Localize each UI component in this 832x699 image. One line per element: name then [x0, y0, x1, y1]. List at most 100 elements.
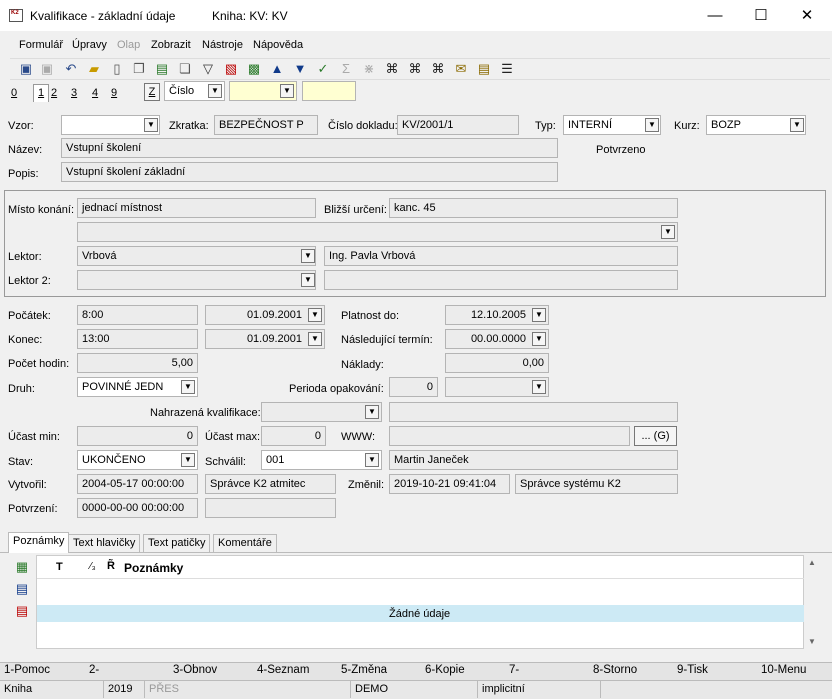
- col-poznamky-header[interactable]: Poznámky: [124, 561, 183, 575]
- chevron-down-icon[interactable]: ▼: [181, 380, 195, 394]
- fkey-1[interactable]: 1-Pomoc: [4, 664, 50, 676]
- zmenil-field[interactable]: 2019-10-21 09:41:04: [389, 474, 510, 494]
- lock-icon[interactable]: ▤: [153, 60, 171, 78]
- close-button[interactable]: ✕: [784, 0, 830, 31]
- arrow-down-icon[interactable]: ▼: [291, 60, 309, 78]
- chevron-down-icon[interactable]: ▼: [645, 118, 659, 132]
- binoculars-icon[interactable]: ⌘: [383, 60, 401, 78]
- fkey-4[interactable]: 4-Seznam: [257, 664, 309, 676]
- vytvoril-user-field[interactable]: Správce K2 atmitec: [205, 474, 336, 494]
- search-input-2[interactable]: [302, 81, 356, 101]
- fkey-8[interactable]: 8-Storno: [593, 664, 637, 676]
- pocatek-date-field[interactable]: 01.09.2001: [205, 305, 325, 325]
- book-icon[interactable]: ❏: [176, 60, 194, 78]
- check-filter-icon[interactable]: ✓: [314, 60, 332, 78]
- page-tab-2[interactable]: 2: [51, 87, 57, 99]
- fkey-10[interactable]: 10-Menu: [761, 664, 806, 676]
- new-document-icon[interactable]: ▯: [108, 60, 126, 78]
- fkey-5[interactable]: 5-Změna: [341, 664, 387, 676]
- save-icon[interactable]: ▣: [17, 60, 35, 78]
- chevron-down-icon[interactable]: ▼: [181, 453, 195, 467]
- lektor-name-field[interactable]: Ing. Pavla Vrbová: [324, 246, 678, 266]
- potvrzeni-field[interactable]: 0000-00-00 00:00:00: [77, 498, 198, 518]
- tab-text-hlavicky[interactable]: Text hlavičky: [68, 534, 141, 552]
- naklady-field[interactable]: 0,00: [445, 353, 549, 373]
- chevron-down-icon[interactable]: ▼: [144, 118, 158, 132]
- fkey-9[interactable]: 9-Tisk: [677, 664, 708, 676]
- chevron-down-icon[interactable]: ▼: [532, 308, 546, 322]
- lektor2-select[interactable]: [77, 270, 316, 290]
- konec-time-field[interactable]: 13:00: [77, 329, 198, 349]
- clear-filter-icon[interactable]: ⋇: [360, 60, 378, 78]
- lektor-select[interactable]: Vrbová: [77, 246, 316, 266]
- page-tab-0[interactable]: 0: [11, 87, 17, 99]
- page-tab-4[interactable]: 4: [92, 87, 98, 99]
- menu-nastroje[interactable]: Nástroje: [202, 39, 243, 51]
- perioda-field[interactable]: 0: [389, 377, 438, 397]
- pocatek-time-field[interactable]: 8:00: [77, 305, 198, 325]
- konec-date-field[interactable]: 01.09.2001: [205, 329, 325, 349]
- zmenil-user-field[interactable]: Správce systému K2: [515, 474, 678, 494]
- col-icon-header[interactable]: R̃: [107, 560, 115, 572]
- chevron-down-icon[interactable]: ▼: [790, 118, 804, 132]
- ucastmin-field[interactable]: 0: [77, 426, 198, 446]
- www-field[interactable]: [389, 426, 630, 446]
- chevron-down-icon[interactable]: ▼: [301, 273, 315, 287]
- scroll-down-icon[interactable]: ▼: [808, 637, 816, 646]
- page-tab-1[interactable]: 1: [33, 84, 50, 102]
- arrow-up-icon[interactable]: ▲: [268, 60, 286, 78]
- chevron-down-icon[interactable]: ▼: [532, 332, 546, 346]
- zkratka-field[interactable]: BEZPEČNOST P: [214, 115, 318, 135]
- col-num-header[interactable]: ⁄₃: [90, 561, 96, 572]
- minimize-button[interactable]: —: [692, 0, 738, 31]
- notes-icon[interactable]: ▤: [475, 60, 493, 78]
- maximize-button[interactable]: ☐: [738, 0, 784, 31]
- chevron-down-icon[interactable]: ▼: [661, 225, 675, 239]
- tab-poznamky[interactable]: Poznámky: [8, 532, 70, 553]
- copy-icon[interactable]: ❐: [130, 60, 148, 78]
- fkey-3[interactable]: 3-Obnov: [173, 664, 217, 676]
- page-tab-9[interactable]: 9: [111, 87, 117, 99]
- scroll-up-icon[interactable]: ▲: [808, 558, 816, 567]
- books-icon[interactable]: ▩: [245, 60, 263, 78]
- page-tab-3[interactable]: 3: [71, 87, 77, 99]
- edit-note-icon[interactable]: ▤: [13, 580, 31, 598]
- open-folder-icon[interactable]: ▰: [85, 60, 103, 78]
- schvalil-select[interactable]: 001: [261, 450, 382, 470]
- col-t-header[interactable]: T: [56, 561, 63, 573]
- chevron-down-icon[interactable]: ▼: [280, 84, 294, 98]
- remove-filter-icon[interactable]: ▧: [222, 60, 240, 78]
- fkey-6[interactable]: 6-Kopie: [425, 664, 465, 676]
- tab-text-paticky[interactable]: Text patičky: [143, 534, 211, 552]
- undo-icon[interactable]: ↶: [62, 60, 80, 78]
- chevron-down-icon[interactable]: ▼: [365, 453, 379, 467]
- sort-button[interactable]: Z: [144, 83, 160, 101]
- fkey-2[interactable]: 2-: [89, 664, 99, 676]
- chevron-down-icon[interactable]: ▼: [308, 332, 322, 346]
- www-open-button[interactable]: ... (G): [634, 426, 677, 446]
- find-next-icon[interactable]: ⌘: [406, 60, 424, 78]
- nahrazena-name-field[interactable]: [389, 402, 678, 422]
- chevron-down-icon[interactable]: ▼: [365, 405, 379, 419]
- nazev-field[interactable]: Vstupní školení: [61, 138, 558, 158]
- misto-field[interactable]: jednací místnost: [77, 198, 316, 218]
- menu-upravy[interactable]: Úpravy: [72, 39, 107, 51]
- chevron-down-icon[interactable]: ▼: [308, 308, 322, 322]
- schvalil-name-field[interactable]: Martin Janeček: [389, 450, 678, 470]
- filter-icon[interactable]: ▽: [199, 60, 217, 78]
- menu-napoveda[interactable]: Nápověda: [253, 39, 303, 51]
- lektor2-name-field[interactable]: [324, 270, 678, 290]
- mail-icon[interactable]: ✉: [452, 60, 470, 78]
- add-note-icon[interactable]: ▦: [13, 558, 31, 576]
- potvrzeni-user-field[interactable]: [205, 498, 336, 518]
- popis-field[interactable]: Vstupní školení základní: [61, 162, 558, 182]
- sum-icon[interactable]: Σ: [337, 60, 355, 78]
- ucastmax-field[interactable]: 0: [261, 426, 326, 446]
- delete-note-icon[interactable]: ▤: [13, 602, 31, 620]
- chevron-down-icon[interactable]: ▼: [301, 249, 315, 263]
- menu-icon[interactable]: ☰: [498, 60, 516, 78]
- chevron-down-icon[interactable]: ▼: [532, 380, 546, 394]
- tab-komentare[interactable]: Komentáře: [213, 534, 277, 552]
- nahrazena-select[interactable]: [261, 402, 382, 422]
- stav-select[interactable]: UKONČENO: [77, 450, 198, 470]
